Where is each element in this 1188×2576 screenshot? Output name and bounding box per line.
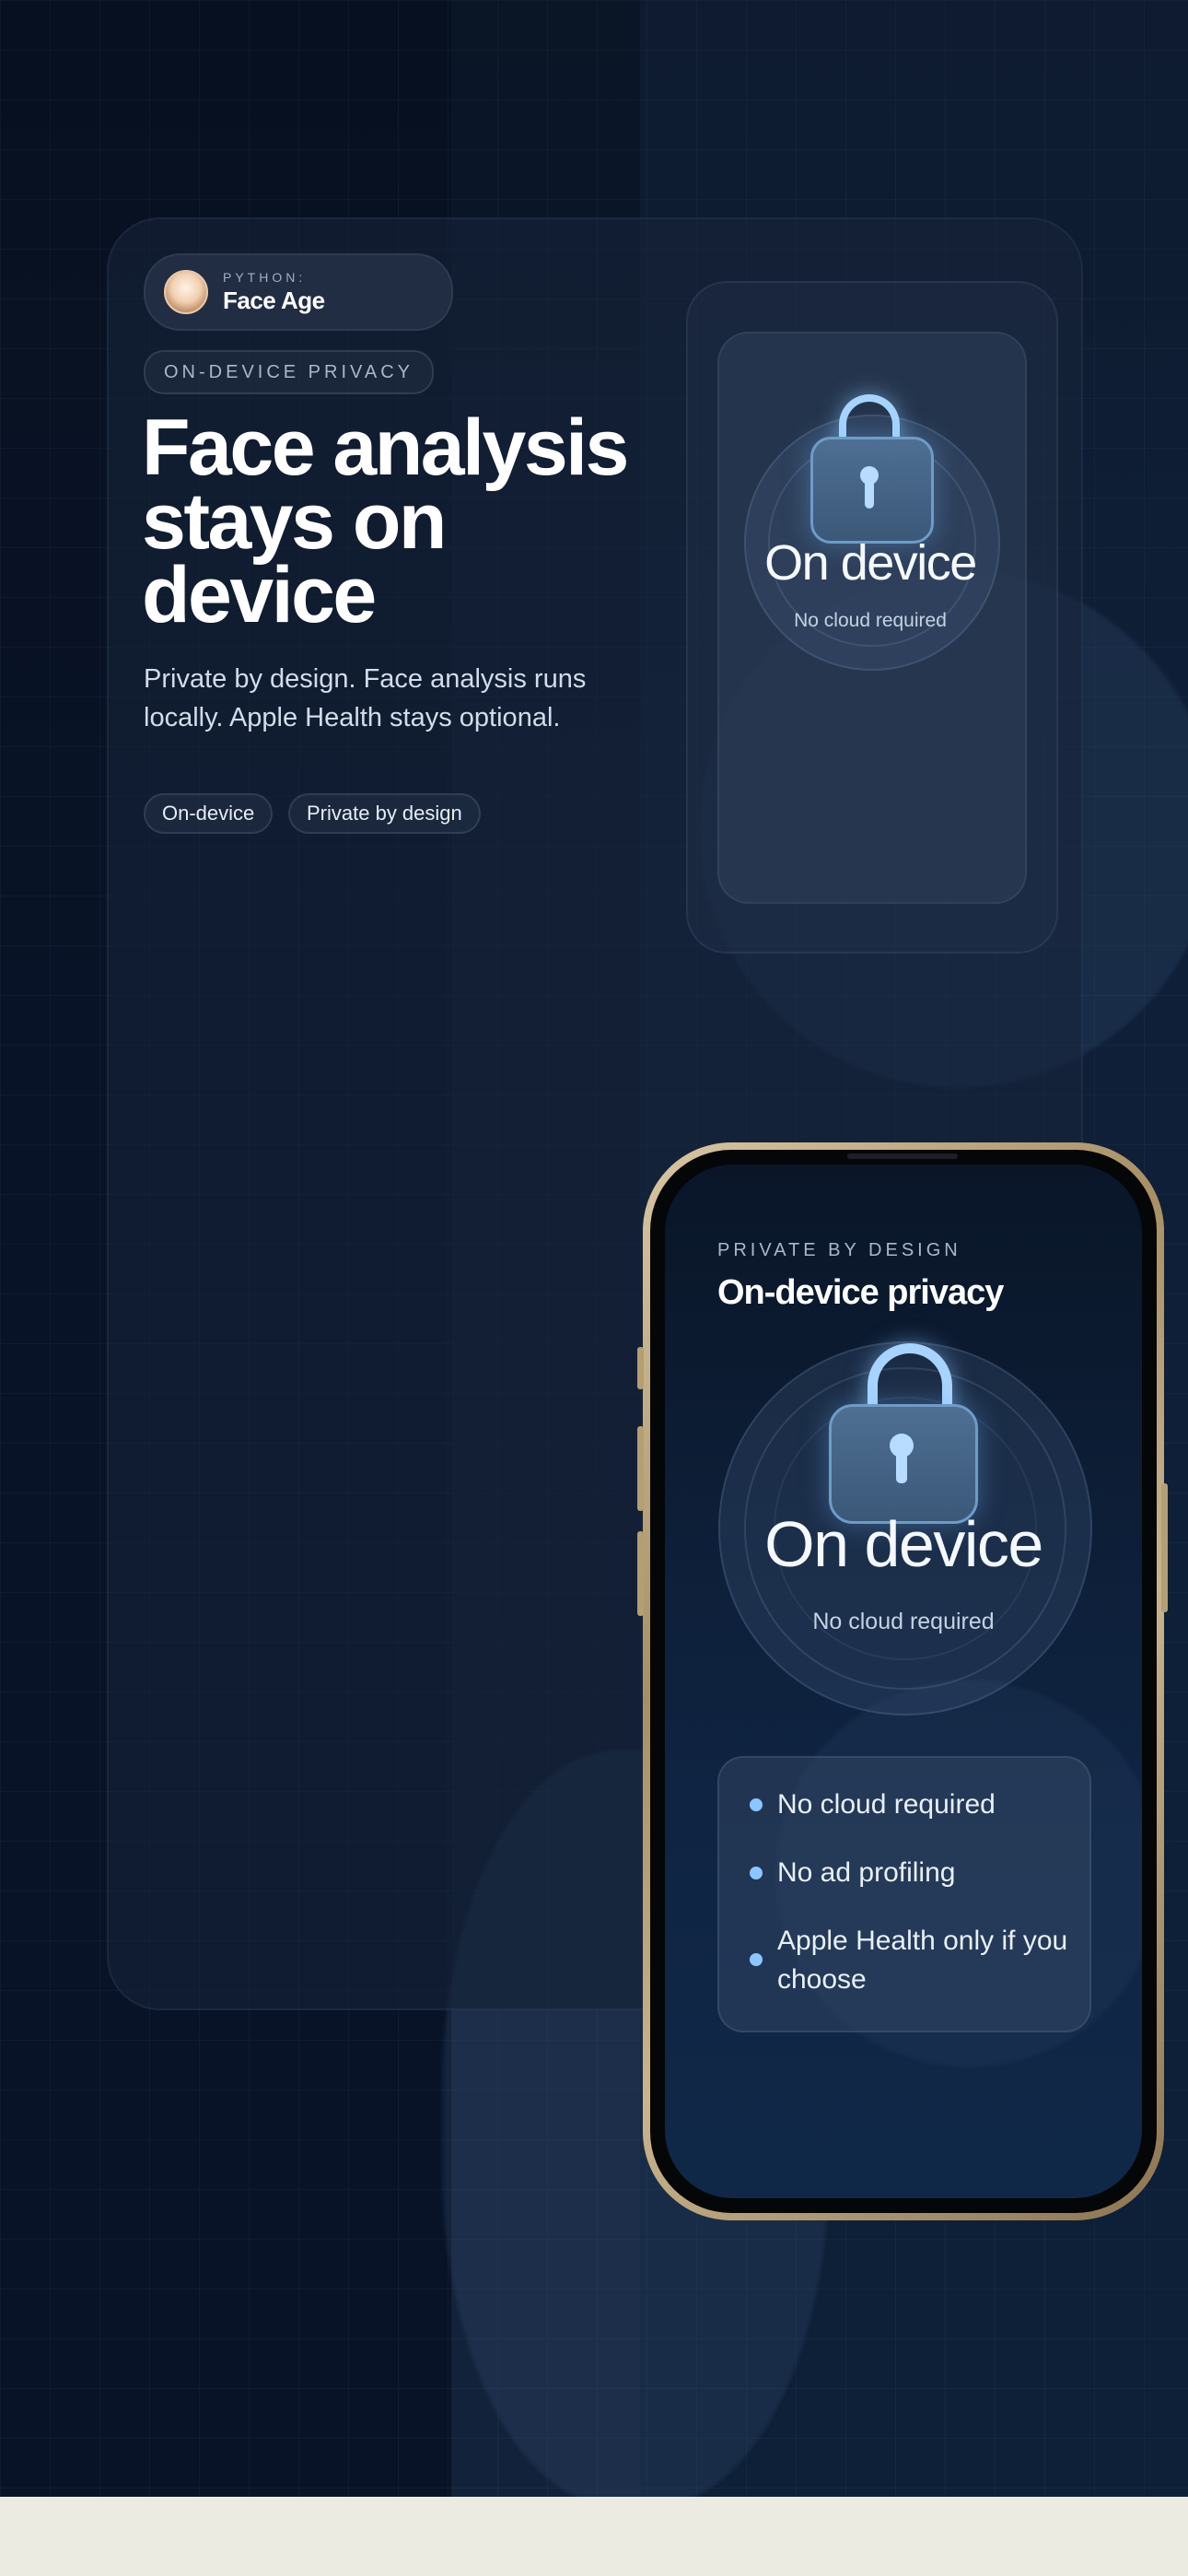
page-subtitle: Private by design. Face analysis runs lo… <box>144 664 587 732</box>
bullet-icon <box>750 1798 763 1811</box>
phone-side-button <box>637 1426 644 1511</box>
preview-status-sublabel: No cloud required <box>794 610 947 631</box>
phone-side-button <box>1161 1483 1168 1612</box>
chip-private-by-design[interactable]: Private by design <box>288 793 481 834</box>
section-tag: ON-DEVICE PRIVACY <box>144 350 434 394</box>
page-title: Face analysis stays on device <box>142 404 629 639</box>
chip-on-device[interactable]: On-device <box>144 793 274 834</box>
phone-speaker <box>847 1153 958 1159</box>
privacy-list-card: No cloud required No ad profiling Apple … <box>717 1756 1091 2032</box>
app-badge[interactable]: PYTHON: Face Age <box>144 253 453 331</box>
app-avatar <box>164 270 208 314</box>
list-item: No cloud required <box>719 1786 1069 1824</box>
screen-status-sublabel: No cloud required <box>812 1609 995 1634</box>
bullet-icon <box>750 1867 763 1879</box>
bullet-icon <box>750 1953 763 1966</box>
app-name: Face Age <box>223 286 325 314</box>
preview-status-label: On device <box>764 535 977 591</box>
screen-title: On-device privacy <box>717 1273 1004 1312</box>
list-item: Apple Health only if you choose <box>719 1922 1069 1999</box>
phone-side-button <box>637 1347 644 1389</box>
list-item: No ad profiling <box>719 1854 1069 1892</box>
screen-eyebrow: PRIVATE BY DESIGN <box>717 1240 961 1260</box>
phone-side-button <box>637 1531 644 1616</box>
screen-status-label: On device <box>764 1508 1043 1580</box>
app-eyebrow: PYTHON: <box>223 269 307 285</box>
